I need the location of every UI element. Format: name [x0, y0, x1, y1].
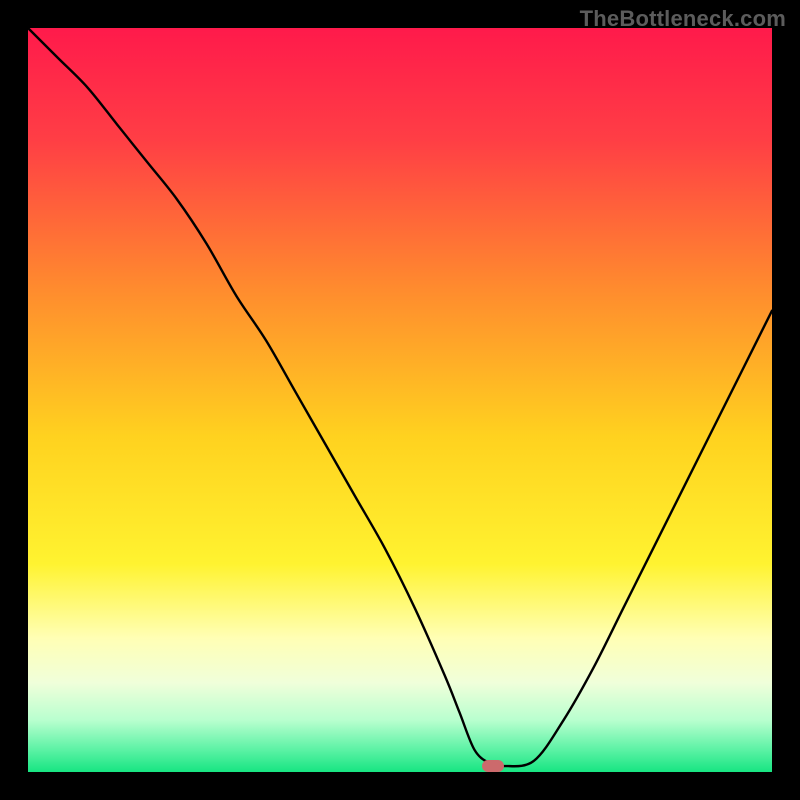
- watermark-text: TheBottleneck.com: [580, 6, 786, 32]
- chart-background-gradient: [28, 28, 772, 772]
- chart-frame: TheBottleneck.com: [0, 0, 800, 800]
- optimal-point-marker: [482, 760, 504, 772]
- bottleneck-chart: [28, 28, 772, 772]
